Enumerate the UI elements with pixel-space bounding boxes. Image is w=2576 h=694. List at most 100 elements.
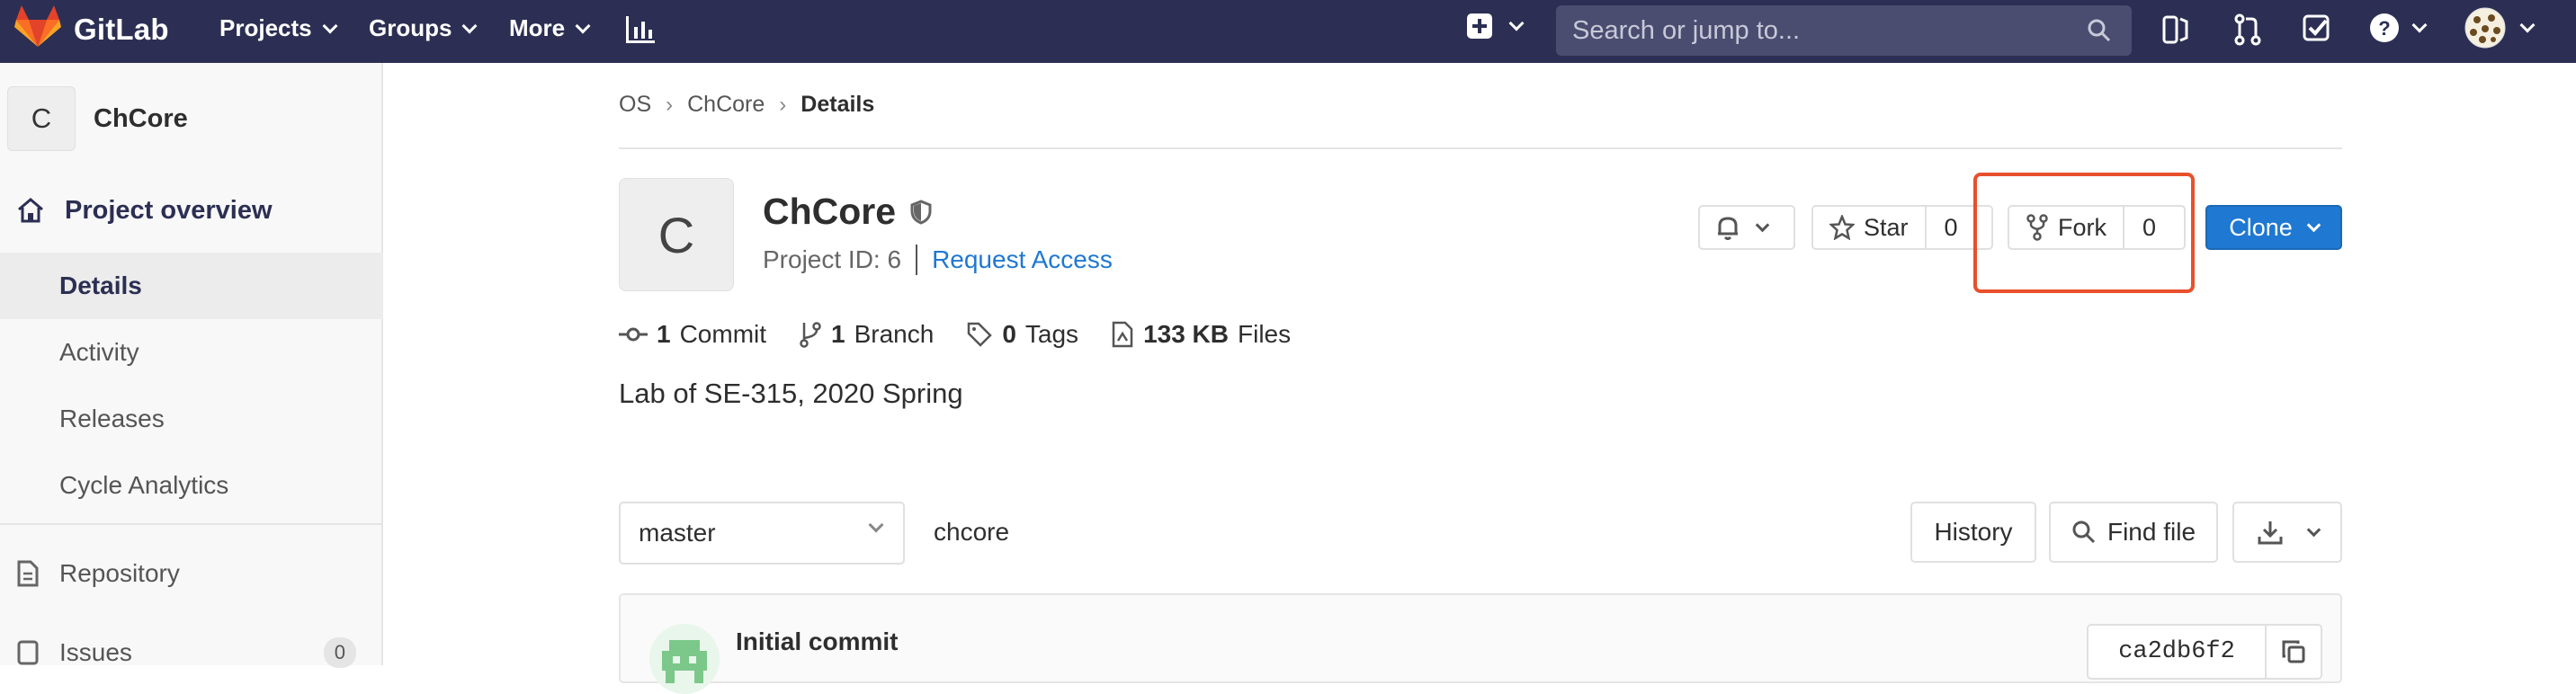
tag-icon — [968, 322, 993, 347]
star-label: Star — [1864, 213, 1909, 241]
project-sidebar: C ChCore Project overview Details Activi… — [0, 63, 383, 668]
help-menu[interactable]: ? — [2369, 13, 2428, 43]
project-id: Project ID: 6 — [763, 245, 902, 273]
sidebar-toggle-icon[interactable] — [2162, 14, 2189, 49]
clone-label: Clone — [2229, 213, 2293, 241]
avatar — [2464, 7, 2506, 49]
nav-groups-label: Groups — [369, 14, 452, 41]
help-icon: ? — [2370, 13, 2399, 42]
nav-more-menu[interactable]: More — [509, 14, 591, 42]
history-button[interactable]: History — [1910, 502, 2036, 563]
sidebar-item-issues[interactable]: Issues 0 — [0, 626, 383, 680]
project-stats: 1 Commit 1 Branch 0 Tags 133 KB Files — [619, 320, 1323, 349]
copy-icon — [2282, 640, 2305, 663]
project-title: ChCore — [763, 191, 932, 233]
search-placeholder: Search or jump to... — [1572, 15, 1801, 45]
project-avatar-large: C — [619, 178, 734, 291]
activity-chart-icon[interactable] — [624, 14, 657, 49]
branch-icon — [800, 322, 821, 348]
issues-count-badge: 0 — [323, 637, 356, 668]
brand-name[interactable]: GitLab — [74, 13, 169, 47]
chevron-down-icon — [2411, 17, 2428, 33]
sidebar-divider — [0, 523, 381, 525]
issues-icon — [17, 640, 39, 665]
search-input[interactable]: Search or jump to... — [1556, 5, 2132, 56]
new-item-menu[interactable] — [1466, 13, 1525, 40]
star-count[interactable]: 0 — [1924, 207, 1976, 248]
sidebar-item-label: Cycle Analytics — [59, 471, 229, 499]
chevron-down-icon — [2519, 17, 2536, 33]
files-stat-link[interactable]: 133 KB Files — [1111, 320, 1291, 349]
request-access-link[interactable]: Request Access — [932, 245, 1113, 274]
sidebar-item-activity[interactable]: Activity — [0, 319, 383, 386]
document-icon — [17, 560, 39, 587]
project-name: ChCore — [763, 191, 897, 232]
files-size: 133 KB — [1143, 320, 1229, 348]
todo-check-icon[interactable] — [2303, 14, 2331, 48]
sidebar-item-label: Releases — [59, 405, 165, 432]
sidebar-item-label: Project overview — [65, 195, 273, 225]
download-icon — [2258, 521, 2282, 545]
star-icon — [1829, 215, 1855, 240]
sidebar-item-repository[interactable]: Repository — [0, 547, 383, 601]
chevron-right-icon: › — [779, 92, 787, 117]
meta-divider — [916, 245, 918, 275]
commit-author-avatar[interactable] — [649, 624, 720, 694]
gitlab-logo-icon[interactable] — [14, 5, 61, 49]
nav-groups-menu[interactable]: Groups — [369, 14, 478, 42]
star-button[interactable]: Star 0 — [1811, 205, 1993, 250]
merge-request-icon[interactable] — [2232, 13, 2263, 51]
commit-title-link[interactable]: Initial commit — [736, 627, 898, 656]
repo-path-link[interactable]: chcore — [934, 518, 1009, 547]
chevron-down-icon — [868, 517, 884, 533]
find-file-button[interactable]: Find file — [2049, 502, 2218, 563]
chevron-down-icon — [2306, 218, 2321, 232]
find-file-label: Find file — [2106, 518, 2196, 546]
project-avatar: C — [7, 86, 76, 151]
sidebar-item-cycle-analytics[interactable]: Cycle Analytics — [0, 452, 383, 519]
files-label: Files — [1238, 320, 1292, 348]
search-icon — [2072, 520, 2096, 544]
svg-text:?: ? — [2378, 17, 2390, 40]
breadcrumb-os-link[interactable]: OS — [619, 92, 651, 118]
breadcrumb-project-link[interactable]: ChCore — [687, 92, 765, 118]
sidebar-project-header[interactable]: C ChCore — [7, 86, 188, 151]
sidebar-item-project-overview[interactable]: Project overview — [0, 183, 383, 237]
commit-icon — [619, 327, 648, 342]
chevron-right-icon: › — [666, 92, 674, 117]
nav-more-label: More — [509, 14, 566, 41]
header-divider — [619, 147, 2342, 149]
file-size-icon — [1112, 321, 1133, 348]
sidebar-item-label: Activity — [59, 338, 139, 366]
download-dropdown-button[interactable] — [2232, 502, 2342, 563]
commits-stat-link[interactable]: 1 Commit — [619, 320, 766, 349]
nav-projects-menu[interactable]: Projects — [219, 14, 338, 42]
commit-sha[interactable]: ca2db6f2 — [2087, 624, 2267, 680]
branch-select-dropdown[interactable]: master — [619, 502, 905, 565]
sidebar-item-details[interactable]: Details — [0, 253, 383, 319]
branches-stat-link[interactable]: 1 Branch — [799, 320, 934, 349]
sidebar-item-releases[interactable]: Releases — [0, 386, 383, 452]
chevron-down-icon — [1508, 15, 1525, 31]
chevron-down-icon — [2306, 522, 2321, 537]
sidebar-item-label: Repository — [59, 559, 180, 587]
tags-label: Tags — [1024, 320, 1079, 348]
nav-projects-label: Projects — [219, 14, 312, 41]
sidebar-item-label: Issues — [59, 638, 132, 666]
project-meta: Project ID: 6 Request Access — [763, 245, 1113, 275]
copy-sha-button[interactable] — [2265, 624, 2322, 680]
history-label: History — [1934, 518, 2013, 546]
clone-dropdown-button[interactable]: Clone — [2205, 205, 2342, 250]
breadcrumb-current[interactable]: Details — [801, 92, 874, 118]
project-description: Lab of SE-315, 2020 Spring — [619, 378, 963, 409]
plus-square-icon — [1467, 13, 1492, 39]
branches-count: 1 — [831, 320, 845, 348]
branch-name: master — [639, 519, 716, 547]
commits-label: Commit — [679, 320, 767, 348]
notification-dropdown-button[interactable] — [1698, 205, 1795, 250]
user-menu[interactable] — [2464, 7, 2536, 49]
home-icon — [18, 198, 43, 223]
chevron-down-icon — [461, 18, 478, 33]
bell-icon — [1718, 217, 1738, 240]
tags-stat-link[interactable]: 0 Tags — [966, 320, 1078, 349]
